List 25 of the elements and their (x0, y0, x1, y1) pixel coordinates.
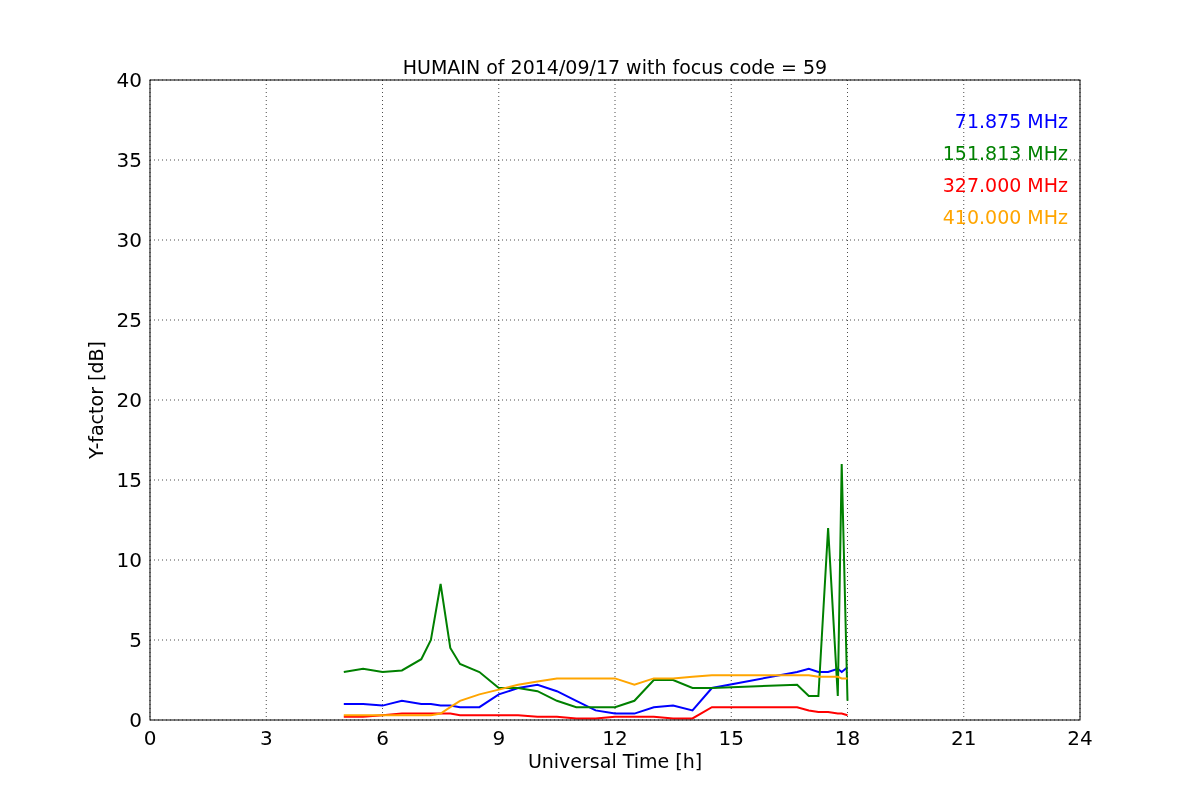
x-tick-label: 9 (492, 726, 506, 750)
legend-label: 410.000 MHz (942, 206, 1068, 228)
y-tick-label: 20 (116, 388, 142, 412)
x-tick-label: 21 (951, 726, 977, 750)
x-tick-label: 6 (376, 726, 389, 750)
y-tick-label: 35 (116, 148, 142, 172)
y-axis-label: Y-factor [dB] (85, 341, 107, 459)
legend-label: 151.813 MHz (942, 142, 1068, 164)
x-tick-label: 15 (718, 726, 744, 750)
y-tick-label: 25 (116, 308, 142, 332)
y-tick-label: 40 (116, 68, 142, 92)
x-axis-label: Universal Time [h] (527, 750, 703, 772)
x-tick-label: 18 (834, 726, 861, 750)
y-tick-label: 15 (116, 468, 142, 492)
y-tick-label: 10 (116, 548, 142, 572)
y-tick-label: 0 (129, 708, 142, 732)
x-tick-label: 24 (1067, 726, 1093, 750)
x-tick-label: 3 (259, 726, 273, 750)
y-tick-label: 5 (129, 628, 142, 652)
x-tick-label: 0 (143, 726, 157, 750)
legend-label: 71.875 MHz (954, 110, 1068, 132)
x-tick-label: 12 (602, 726, 628, 750)
y-tick-label: 30 (116, 228, 142, 252)
legend-label: 327.000 MHz (942, 174, 1068, 196)
chart-title: HUMAIN of 2014/09/17 with focus code = 59 (402, 56, 828, 78)
